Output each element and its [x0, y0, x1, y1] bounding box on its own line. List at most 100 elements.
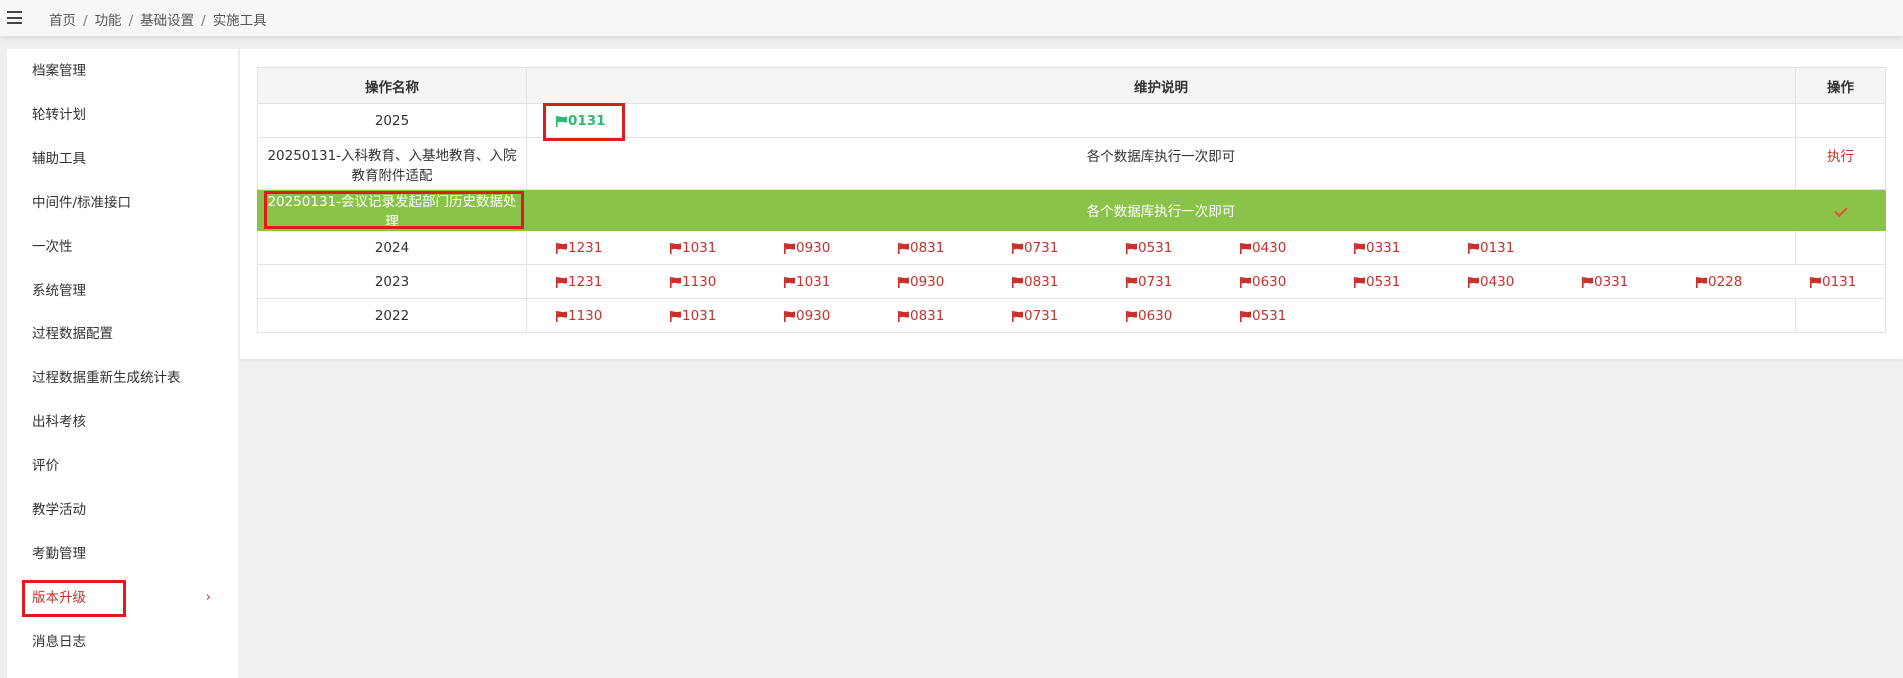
- version-flag-link[interactable]: 0831: [898, 308, 944, 324]
- row-op: [1795, 189, 1886, 231]
- sidebar-item-evaluation[interactable]: 评价: [7, 446, 238, 486]
- flag-label: 1231: [568, 239, 603, 256]
- version-flag-link[interactable]: 1130: [556, 308, 602, 324]
- row-op: [1795, 230, 1886, 265]
- hamburger-menu-icon[interactable]: [7, 11, 22, 24]
- sidebar-item-archive[interactable]: 档案管理: [7, 51, 238, 91]
- version-flag-link[interactable]: 0331: [1582, 274, 1628, 290]
- flag-icon: [1810, 276, 1821, 288]
- version-flag-link[interactable]: 0831: [898, 240, 944, 256]
- sidebar-item-attendance[interactable]: 考勤管理: [7, 534, 238, 574]
- row-desc: 各个数据库执行一次即可: [526, 189, 1796, 231]
- sidebar: 档案管理 轮转计划 辅助工具 中间件/标准接口 一次性 系统管理 过程数据配置 …: [7, 49, 238, 678]
- version-flag-link[interactable]: 0531: [1126, 240, 1172, 256]
- sidebar-item-system[interactable]: 系统管理: [7, 271, 238, 311]
- sidebar-item-label: 考勤管理: [32, 546, 86, 562]
- flag-icon: [784, 276, 795, 288]
- version-flag-link[interactable]: 0131: [1468, 240, 1514, 256]
- version-flag-link[interactable]: 0831: [1012, 274, 1058, 290]
- breadcrumb-implementation-tools: 实施工具: [212, 13, 267, 29]
- version-flag-link[interactable]: 0430: [1468, 274, 1514, 290]
- flag-label: 0131: [568, 112, 606, 129]
- check-icon: [1833, 203, 1848, 218]
- version-flag-link[interactable]: 0131: [556, 113, 606, 129]
- flag-icon: [898, 276, 909, 288]
- flag-label: 1031: [796, 273, 831, 290]
- breadcrumb-separator: /: [201, 13, 206, 29]
- table-row: 20250131-入科教育、入基地教育、入院教育附件适配 各个数据库执行一次即可…: [257, 137, 1886, 190]
- row-op: [1795, 298, 1886, 333]
- sidebar-item-process-regen[interactable]: 过程数据重新生成统计表: [7, 358, 238, 398]
- flag-icon: [556, 242, 567, 254]
- version-flag-link[interactable]: 0630: [1240, 274, 1286, 290]
- sidebar-item-aux-tools[interactable]: 辅助工具: [7, 139, 238, 179]
- flag-icon: [556, 310, 567, 322]
- flag-icon: [670, 310, 681, 322]
- table-row: 2024 1231 1031 0930 0831 0731 0531 0430 0331 013…: [257, 230, 1886, 265]
- version-flag-link[interactable]: 0430: [1240, 240, 1286, 256]
- version-flag-link[interactable]: 0630: [1126, 308, 1172, 324]
- version-flag-link[interactable]: 0131: [1810, 274, 1856, 290]
- sidebar-item-middleware[interactable]: 中间件/标准接口: [7, 183, 238, 223]
- sidebar-item-one-time[interactable]: 一次性: [7, 227, 238, 267]
- sidebar-item-label: 系统管理: [32, 283, 86, 299]
- flag-label: 0131: [1822, 273, 1857, 290]
- flag-label: 0531: [1252, 307, 1287, 324]
- flag-label: 1031: [682, 307, 717, 324]
- column-header-op: 操作: [1795, 67, 1886, 104]
- row-name: 2022: [257, 298, 527, 333]
- sidebar-item-label: 中间件/标准接口: [32, 195, 132, 211]
- flag-label: 0831: [910, 239, 945, 256]
- execute-link[interactable]: 执行: [1795, 137, 1886, 190]
- flag-icon: [556, 276, 567, 288]
- flag-icon: [1696, 276, 1707, 288]
- flag-icon: [1012, 310, 1023, 322]
- sidebar-item-message-log[interactable]: 消息日志: [7, 622, 238, 662]
- version-flag-link[interactable]: 0731: [1012, 308, 1058, 324]
- breadcrumb-basic-settings[interactable]: 基础设置: [140, 13, 194, 29]
- flag-label: 0930: [910, 273, 945, 290]
- version-flag-link[interactable]: 1031: [784, 274, 830, 290]
- version-flag-link[interactable]: 1031: [670, 240, 716, 256]
- version-flag-link[interactable]: 0531: [1240, 308, 1286, 324]
- version-flag-link[interactable]: 0930: [898, 274, 944, 290]
- flag-label: 0430: [1252, 239, 1287, 256]
- sidebar-item-label: 版本升级: [32, 590, 86, 606]
- flag-label: 0430: [1480, 273, 1515, 290]
- version-flag-link[interactable]: 1231: [556, 274, 602, 290]
- table-row: 2023 1231 1130 1031 0930 0831 0731 0630 0531 043…: [257, 264, 1886, 299]
- sidebar-item-label: 消息日志: [32, 634, 86, 650]
- sidebar-item-exit-exam[interactable]: 出科考核: [7, 402, 238, 442]
- version-flag-link[interactable]: 0930: [784, 308, 830, 324]
- flag-icon: [1126, 276, 1137, 288]
- sidebar-item-label: 过程数据配置: [32, 326, 113, 342]
- version-flag-link[interactable]: 0331: [1354, 240, 1400, 256]
- main-content: 操作名称 维护说明 操作 2025 0131 20250131-入科教育、入基地…: [240, 49, 1903, 359]
- breadcrumb-function[interactable]: 功能: [95, 13, 122, 29]
- flag-icon: [556, 115, 567, 127]
- version-flag-link[interactable]: 0930: [784, 240, 830, 256]
- sidebar-item-teaching[interactable]: 教学活动: [7, 490, 238, 530]
- flag-label: 0731: [1138, 273, 1173, 290]
- flag-label: 0630: [1252, 273, 1287, 290]
- flag-icon: [1354, 276, 1365, 288]
- version-flag-link[interactable]: 0531: [1354, 274, 1400, 290]
- column-header-name: 操作名称: [257, 67, 527, 104]
- version-flag-link[interactable]: 1031: [670, 308, 716, 324]
- sidebar-item-rotation-plan[interactable]: 轮转计划: [7, 95, 238, 135]
- version-flag-link[interactable]: 0731: [1126, 274, 1172, 290]
- sidebar-item-version-upgrade[interactable]: 版本升级 ›: [7, 578, 238, 618]
- version-flag-link[interactable]: 1130: [670, 274, 716, 290]
- sidebar-item-label: 教学活动: [32, 502, 86, 518]
- flag-label: 0831: [1024, 273, 1059, 290]
- row-op: [1795, 103, 1886, 138]
- row-desc: 各个数据库执行一次即可: [526, 137, 1796, 190]
- version-flag-link[interactable]: 0731: [1012, 240, 1058, 256]
- version-flag-link[interactable]: 0228: [1696, 274, 1742, 290]
- table-row-highlighted[interactable]: 20250131-会议记录发起部门历史数据处理 各个数据库执行一次即可: [257, 189, 1886, 231]
- sidebar-item-label: 一次性: [32, 239, 73, 255]
- flag-label: 0531: [1366, 273, 1401, 290]
- sidebar-item-process-config[interactable]: 过程数据配置: [7, 314, 238, 354]
- version-flag-link[interactable]: 1231: [556, 240, 602, 256]
- breadcrumb-home[interactable]: 首页: [49, 13, 76, 29]
